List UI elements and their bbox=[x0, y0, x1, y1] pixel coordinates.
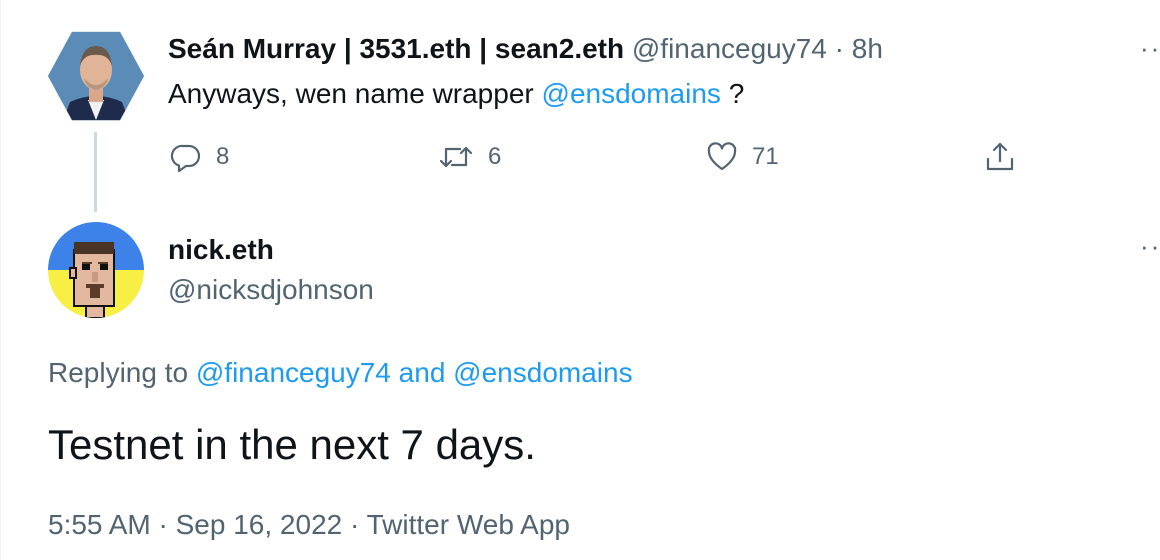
thread-connector bbox=[94, 132, 97, 212]
main-author-name[interactable]: nick.eth bbox=[168, 232, 274, 268]
parent-text-before: Anyways, wen name wrapper bbox=[168, 78, 542, 109]
parent-author-line: Seán Murray | 3531.eth | sean2.eth @fina… bbox=[168, 30, 883, 68]
like-count: 71 bbox=[752, 143, 779, 170]
avatar-sean-murray[interactable] bbox=[48, 31, 144, 121]
tweet-date[interactable]: Sep 16, 2022 bbox=[176, 509, 343, 540]
avatar-photo bbox=[48, 31, 144, 121]
heart-icon bbox=[707, 142, 737, 171]
replying-mention-financeguy74[interactable]: @financeguy74 bbox=[196, 357, 391, 388]
retweet-count: 6 bbox=[488, 143, 502, 170]
replying-joiner: and bbox=[390, 357, 454, 388]
parent-mention-link[interactable]: @ensdomains bbox=[542, 78, 721, 109]
replying-to-line: Replying to @financeguy74 and @ensdomain… bbox=[48, 355, 633, 391]
tweet-time[interactable]: 5:55 AM bbox=[48, 509, 151, 540]
parent-more-icon[interactable]: ·· bbox=[1140, 35, 1160, 61]
like-button[interactable]: 71 bbox=[706, 140, 779, 174]
share-icon bbox=[986, 142, 1014, 171]
tweet-source[interactable]: Twitter Web App bbox=[367, 509, 570, 540]
parent-text-after: ? bbox=[720, 78, 745, 109]
main-more-icon[interactable]: ·· bbox=[1140, 233, 1160, 259]
meta-separator-1: · bbox=[150, 509, 176, 540]
meta-separator-2: · bbox=[342, 509, 367, 540]
separator-dot: · bbox=[834, 33, 844, 64]
left-border bbox=[0, 0, 1, 560]
avatar-nick-eth[interactable] bbox=[48, 222, 144, 318]
share-button[interactable] bbox=[984, 140, 1016, 174]
retweet-icon bbox=[439, 146, 473, 168]
parent-tweet-text: Anyways, wen name wrapper @ensdomains ? bbox=[168, 75, 744, 113]
pixel-avatar-image bbox=[48, 222, 144, 318]
reply-icon bbox=[170, 144, 201, 173]
replying-prefix: Replying to bbox=[48, 357, 196, 388]
parent-timestamp[interactable]: 8h bbox=[852, 33, 883, 64]
retweet-button[interactable]: 6 bbox=[438, 140, 501, 174]
parent-author-handle[interactable]: @financeguy74 bbox=[632, 33, 827, 64]
main-tweet-text: Testnet in the next 7 days. bbox=[48, 421, 536, 468]
replying-mention-ensdomains[interactable]: @ensdomains bbox=[453, 357, 632, 388]
reply-button[interactable]: 8 bbox=[170, 140, 229, 174]
reply-count: 8 bbox=[216, 143, 230, 170]
main-author-handle[interactable]: @nicksdjohnson bbox=[168, 272, 374, 308]
parent-author-name[interactable]: Seán Murray | 3531.eth | sean2.eth bbox=[168, 33, 624, 64]
tweet-metadata: 5:55 AM · Sep 16, 2022 · Twitter Web App bbox=[48, 507, 570, 543]
